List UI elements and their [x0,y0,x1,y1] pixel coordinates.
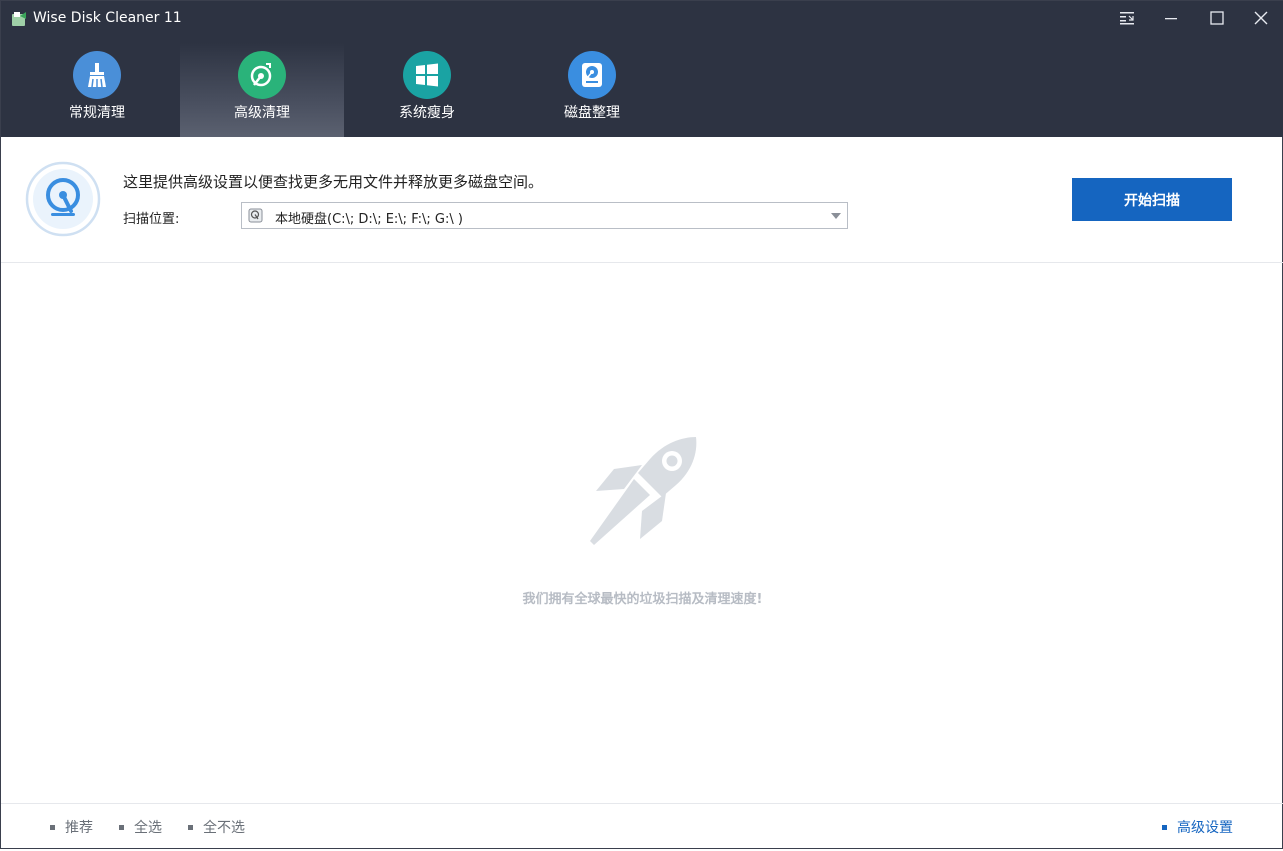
scan-location-label: 扫描位置: [123,212,180,227]
maximize-button[interactable] [1194,1,1240,35]
main-tabs: 常规清理 高级清理 系统瘦身 磁盘整理 [15,43,675,137]
menu-icon [1120,12,1134,25]
windows-icon [403,51,451,99]
minimize-button[interactable] [1148,1,1194,35]
title-bar: Wise Disk Cleaner 11 [1,1,1283,35]
advanced-settings-link[interactable]: 高级设置 [1162,817,1233,837]
bullet-icon [188,824,193,830]
chevron-down-icon [831,213,841,219]
maximize-icon [1210,11,1224,25]
tab-disk-defrag[interactable]: 磁盘整理 [510,43,674,137]
select-none-link[interactable]: 全不选 [188,817,245,837]
advanced-settings-label: 高级设置 [1177,820,1233,836]
recommend-label: 推荐 [65,820,93,836]
start-scan-button[interactable]: 开始扫描 [1072,178,1232,221]
tab-common-clean[interactable]: 常规清理 [15,43,179,137]
bullet-icon [119,824,124,830]
description-text: 这里提供高级设置以便查找更多无用文件并释放更多磁盘空间。 [123,173,544,191]
tab-label: 磁盘整理 [564,105,620,121]
select-none-label: 全不选 [203,820,245,836]
rocket-icon [590,437,697,545]
app-window: Wise Disk Cleaner 11 常规清理 高级清理 系统瘦身 磁盘整理… [0,0,1283,849]
speed-slogan: 我们拥有全球最快的垃圾扫描及清理速度! [522,592,763,607]
hard-disk-icon [25,161,101,237]
footer: 推荐 全选 全不选 高级设置 [1,803,1283,851]
bullet-icon [50,824,55,830]
bullet-icon [1162,824,1167,830]
tab-label: 系统瘦身 [399,105,455,121]
menu-button[interactable] [1104,1,1150,35]
select-all-label: 全选 [134,820,162,836]
close-button[interactable] [1238,1,1283,35]
minimize-icon [1165,18,1177,20]
disk-clean-icon [238,51,286,99]
scan-location-value: 本地硬盘(C:\; D:\; E:\; F:\; G:\ ) [275,212,463,227]
scan-location-dropdown[interactable]: 本地硬盘(C:\; D:\; E:\; F:\; G:\ ) [241,202,848,229]
select-all-link[interactable]: 全选 [119,817,162,837]
close-icon [1254,11,1268,25]
results-area: 我们拥有全球最快的垃圾扫描及清理速度! [1,263,1283,803]
app-logo-icon [12,12,26,26]
scan-settings-panel: 这里提供高级设置以便查找更多无用文件并释放更多磁盘空间。 扫描位置: 本地硬盘(… [1,137,1283,263]
window-title: Wise Disk Cleaner 11 [33,10,182,26]
tab-advanced-clean[interactable]: 高级清理 [180,43,344,137]
disk-defrag-icon [568,51,616,99]
tab-system-slim[interactable]: 系统瘦身 [345,43,509,137]
recommend-link[interactable]: 推荐 [50,817,93,837]
tab-label: 高级清理 [234,105,290,121]
tab-label: 常规清理 [69,105,125,121]
header: Wise Disk Cleaner 11 常规清理 高级清理 系统瘦身 磁盘整理 [1,1,1283,137]
broom-icon [73,51,121,99]
local-disk-icon [248,208,263,223]
